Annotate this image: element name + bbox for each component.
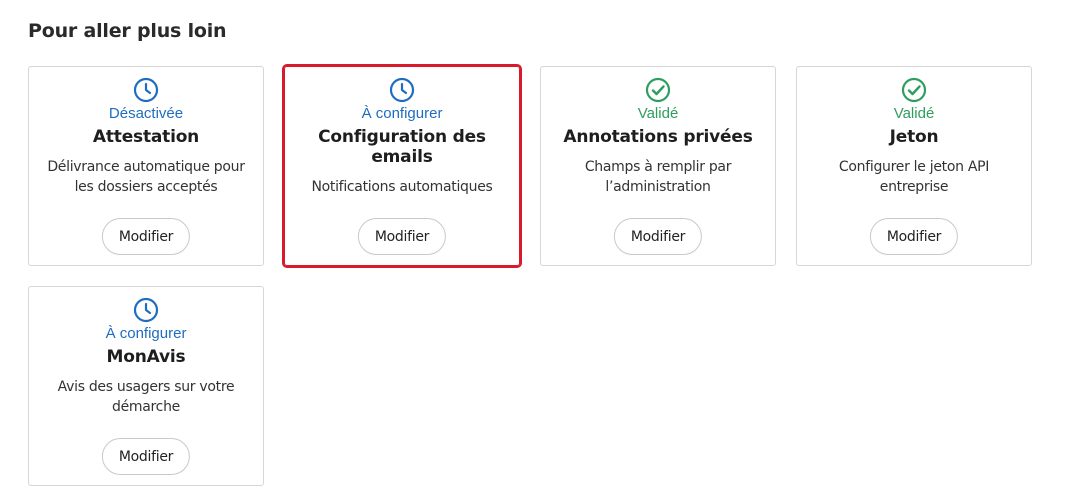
card-title: MonAvis bbox=[106, 347, 186, 367]
card-description: Notifications automatiques bbox=[311, 179, 493, 195]
modify-button-token[interactable]: Modifier bbox=[869, 218, 959, 255]
card-description: Champs à remplir par l’administration bbox=[584, 159, 732, 195]
modify-button-attestation[interactable]: Modifier bbox=[101, 218, 191, 255]
card-attestation: Désactivée Attestation Délivrance automa… bbox=[28, 66, 264, 266]
modify-button-private-annotations[interactable]: Modifier bbox=[613, 218, 703, 255]
card-description: Avis des usagers sur votre démarche bbox=[57, 379, 235, 415]
card-token: Validé Jeton Configurer le jeton API ent… bbox=[796, 66, 1032, 266]
card-title: Jeton bbox=[889, 127, 939, 147]
clock-icon bbox=[133, 77, 159, 103]
status-label: À configurer bbox=[105, 325, 187, 342]
card-description: Délivrance automatique pour les dossiers… bbox=[47, 159, 245, 195]
modify-button-monavis[interactable]: Modifier bbox=[101, 438, 191, 475]
clock-icon bbox=[133, 297, 159, 323]
status-label: Validé bbox=[893, 105, 935, 122]
status-label: Validé bbox=[637, 105, 679, 122]
clock-icon bbox=[389, 77, 415, 103]
status-label: À configurer bbox=[361, 105, 443, 122]
card-monavis: À configurer MonAvis Avis des usagers su… bbox=[28, 286, 264, 486]
modify-button-email-configuration[interactable]: Modifier bbox=[357, 218, 447, 255]
card-title: Attestation bbox=[92, 127, 200, 147]
card-private-annotations: Validé Annotations privées Champs à remp… bbox=[540, 66, 776, 266]
card-email-configuration: À configurer Configuration des emails No… bbox=[282, 64, 522, 268]
card-description: Configurer le jeton API entreprise bbox=[838, 159, 990, 195]
card-title: Annotations privées bbox=[563, 127, 753, 147]
settings-card-grid: Désactivée Attestation Délivrance automa… bbox=[28, 64, 1032, 486]
section-title: Pour aller plus loin bbox=[28, 20, 227, 42]
check-circle-icon bbox=[901, 77, 927, 103]
check-circle-icon bbox=[645, 77, 671, 103]
card-title: Configuration des emails bbox=[318, 127, 486, 167]
status-label: Désactivée bbox=[108, 105, 184, 122]
